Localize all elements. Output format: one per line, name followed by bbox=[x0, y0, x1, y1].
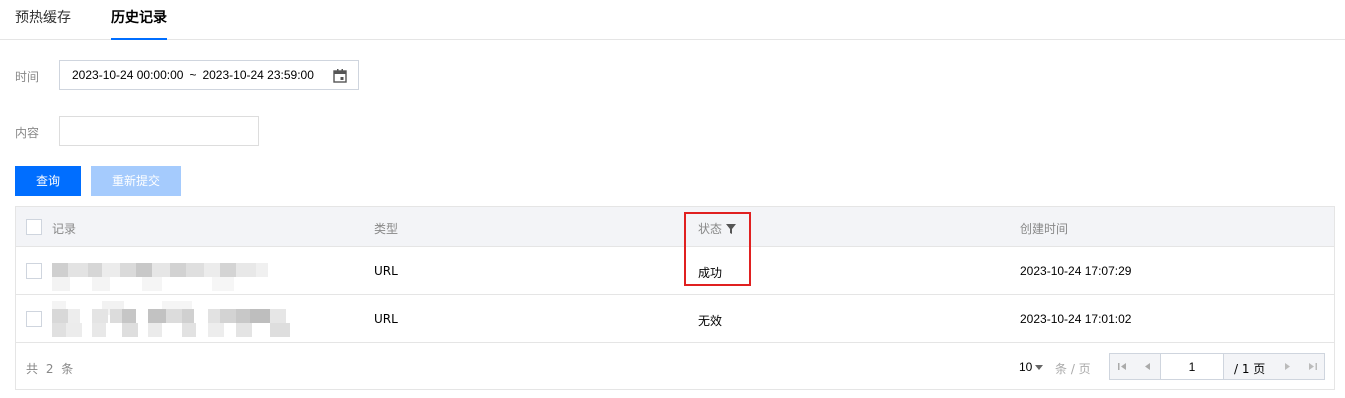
table-footer: 共 2 条 10 条 / 页 / 1 页 bbox=[16, 344, 1334, 389]
page-size-value: 10 bbox=[1019, 360, 1033, 374]
row-checkbox[interactable] bbox=[26, 263, 42, 279]
next-page-icon bbox=[1285, 363, 1290, 370]
total-count: 共 2 条 bbox=[26, 362, 76, 376]
tab-preheat-cache[interactable]: 预热缓存 bbox=[15, 9, 71, 40]
chevron-down-icon bbox=[1035, 365, 1044, 371]
date-range-text: 2023-10-24 00:00:00 ~2023-10-24 23:59:00 bbox=[72, 68, 314, 82]
row-checkbox[interactable] bbox=[26, 311, 42, 327]
select-all-checkbox[interactable] bbox=[26, 219, 42, 235]
next-page-button[interactable] bbox=[1275, 354, 1300, 379]
resubmit-button: 重新提交 bbox=[91, 166, 181, 196]
row-created: 2023-10-24 17:01:02 bbox=[1020, 312, 1132, 326]
total-pages: / 1 页 bbox=[1234, 362, 1266, 376]
prev-page-button[interactable] bbox=[1135, 354, 1160, 379]
history-table: 记录 类型 状态 创建时间 URL 成功 2023-10-24 17:07:29… bbox=[15, 206, 1335, 390]
table-row: URL 无效 2023-10-24 17:01:02 bbox=[16, 295, 1334, 343]
content-input[interactable] bbox=[59, 116, 259, 146]
date-separator: ~ bbox=[189, 68, 197, 82]
page-number-input[interactable] bbox=[1160, 353, 1224, 380]
first-page-icon bbox=[1118, 363, 1126, 370]
column-type: 类型 bbox=[374, 222, 399, 236]
time-label: 时间 bbox=[15, 70, 40, 84]
row-type: URL bbox=[374, 264, 398, 278]
prev-page-icon bbox=[1145, 363, 1150, 370]
column-created: 创建时间 bbox=[1020, 222, 1069, 236]
column-status: 状态 bbox=[698, 220, 737, 237]
calendar-icon[interactable] bbox=[333, 69, 347, 83]
record-redacted bbox=[52, 301, 302, 341]
page-size-select[interactable]: 10 bbox=[1019, 360, 1044, 374]
pagination: / 1 页 bbox=[1109, 353, 1325, 380]
row-status: 成功 bbox=[698, 266, 723, 280]
column-status-label: 状态 bbox=[698, 222, 723, 236]
date-end: 2023-10-24 23:59:00 bbox=[202, 68, 314, 82]
query-button[interactable]: 查询 bbox=[15, 166, 81, 196]
row-status: 无效 bbox=[698, 314, 723, 328]
column-record: 记录 bbox=[52, 222, 77, 236]
tab-history[interactable]: 历史记录 bbox=[111, 9, 167, 40]
table-row: URL 成功 2023-10-24 17:07:29 bbox=[16, 247, 1334, 295]
filter-icon[interactable] bbox=[726, 223, 737, 234]
content-label: 内容 bbox=[15, 126, 40, 140]
last-page-button[interactable] bbox=[1300, 354, 1325, 379]
table-header: 记录 类型 状态 创建时间 bbox=[16, 207, 1334, 247]
row-type: URL bbox=[374, 312, 398, 326]
first-page-button[interactable] bbox=[1110, 354, 1135, 379]
date-start: 2023-10-24 00:00:00 bbox=[72, 68, 184, 82]
date-range-picker[interactable]: 2023-10-24 00:00:00 ~2023-10-24 23:59:00 bbox=[59, 60, 359, 90]
per-page-label: 条 / 页 bbox=[1055, 362, 1091, 376]
last-page-icon bbox=[1309, 363, 1317, 370]
row-created: 2023-10-24 17:07:29 bbox=[1020, 264, 1132, 278]
tab-bar: 预热缓存 历史记录 bbox=[0, 0, 1345, 40]
